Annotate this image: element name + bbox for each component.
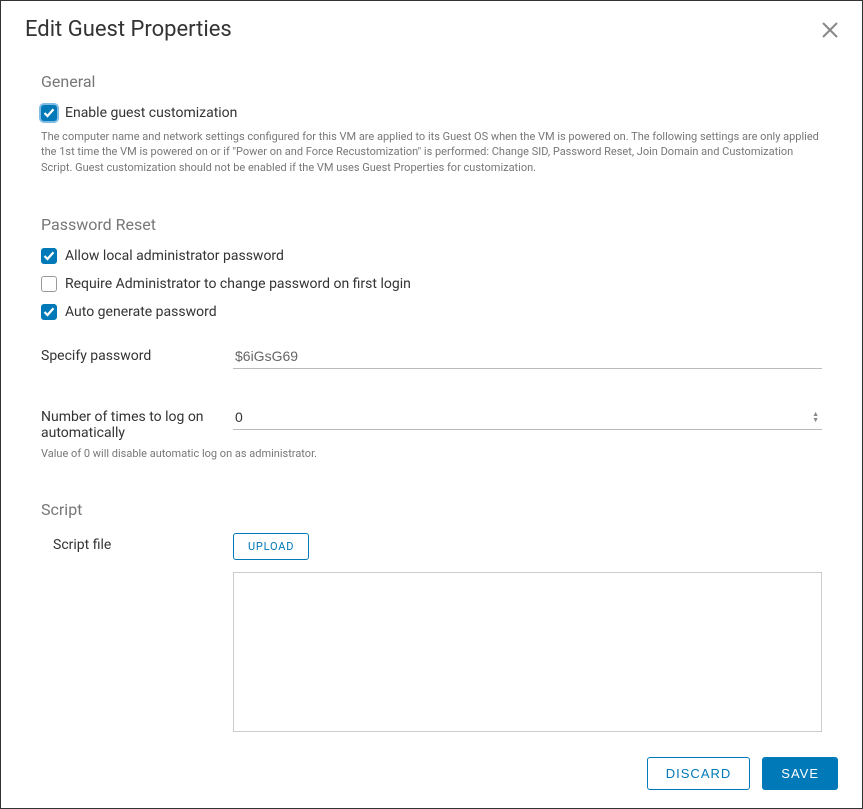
dialog-title: Edit Guest Properties: [25, 17, 232, 42]
specify-password-input[interactable]: [233, 344, 822, 369]
allow-admin-password-label: Allow local administrator password: [65, 248, 284, 264]
logon-count-row: Number of times to log on automatically …: [41, 405, 822, 441]
general-helper-text: The computer name and network settings c…: [41, 129, 822, 175]
quantity-stepper[interactable]: ▲ ▼: [809, 411, 822, 423]
logon-count-input[interactable]: [233, 405, 803, 429]
require-change-row: Require Administrator to change password…: [41, 276, 822, 292]
auto-generate-label: Auto generate password: [65, 304, 217, 320]
section-heading-script: Script: [41, 500, 822, 519]
enable-guest-customization-label: Enable guest customization: [65, 105, 237, 121]
allow-admin-password-checkbox[interactable]: [41, 248, 57, 264]
discard-button[interactable]: DISCARD: [647, 757, 751, 790]
script-textarea[interactable]: [233, 572, 822, 732]
check-icon: [43, 107, 55, 119]
section-heading-general: General: [41, 72, 822, 91]
enable-guest-customization-checkbox[interactable]: [41, 105, 57, 121]
chevron-down-icon[interactable]: ▼: [809, 417, 822, 423]
section-general: General Enable guest customization The c…: [41, 72, 822, 175]
script-file-label: Script file: [41, 533, 221, 553]
allow-admin-password-row: Allow local administrator password: [41, 248, 822, 264]
section-heading-password-reset: Password Reset: [41, 215, 822, 234]
logon-count-hint: Value of 0 will disable automatic log on…: [41, 447, 822, 460]
auto-generate-row: Auto generate password: [41, 304, 822, 320]
auto-generate-checkbox[interactable]: [41, 304, 57, 320]
logon-count-label: Number of times to log on automatically: [41, 405, 221, 441]
check-icon: [43, 306, 55, 318]
enable-guest-customization-row: Enable guest customization: [41, 105, 822, 121]
dialog-body[interactable]: General Enable guest customization The c…: [1, 58, 862, 739]
require-change-label: Require Administrator to change password…: [65, 276, 411, 292]
require-change-checkbox[interactable]: [41, 276, 57, 292]
dialog-header: Edit Guest Properties: [1, 1, 862, 58]
close-icon[interactable]: [822, 22, 838, 38]
logon-count-wrap: ▲ ▼: [233, 405, 822, 430]
dialog-footer: DISCARD SAVE: [1, 739, 862, 808]
script-file-row: Script file UPLOAD: [41, 533, 822, 736]
specify-password-label: Specify password: [41, 344, 221, 364]
save-button[interactable]: SAVE: [762, 757, 838, 790]
section-script: Script Script file UPLOAD: [41, 500, 822, 736]
specify-password-row: Specify password: [41, 344, 822, 369]
check-icon: [43, 250, 55, 262]
section-password-reset: Password Reset Allow local administrator…: [41, 215, 822, 460]
upload-button[interactable]: UPLOAD: [233, 533, 309, 560]
